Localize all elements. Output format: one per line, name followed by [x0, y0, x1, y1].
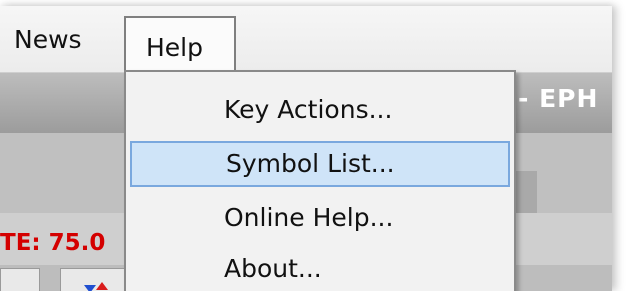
rate-label: TE: 75.0 — [0, 230, 106, 256]
arrow-down-icon — [84, 285, 96, 291]
menu-help[interactable]: Help — [124, 16, 236, 72]
menu-bar: News Help — [0, 6, 612, 73]
menu-item-symbol-list[interactable]: Symbol List... — [130, 141, 510, 187]
menu-item-online-help[interactable]: Online Help... — [130, 195, 510, 241]
bottom-button[interactable] — [0, 268, 40, 291]
arrow-up-icon — [96, 282, 108, 290]
menu-item-key-actions[interactable]: Key Actions... — [130, 87, 510, 133]
toolbar-button[interactable] — [514, 171, 537, 213]
window-title: - EPH — [518, 84, 599, 113]
menu-news[interactable]: News — [14, 20, 82, 60]
help-dropdown-menu: Key Actions... Symbol List... Online Hel… — [124, 70, 516, 291]
app-window: News Help - EPH TE: 75.0 Key Actions... … — [0, 6, 612, 291]
menu-item-about[interactable]: About... — [130, 246, 510, 291]
